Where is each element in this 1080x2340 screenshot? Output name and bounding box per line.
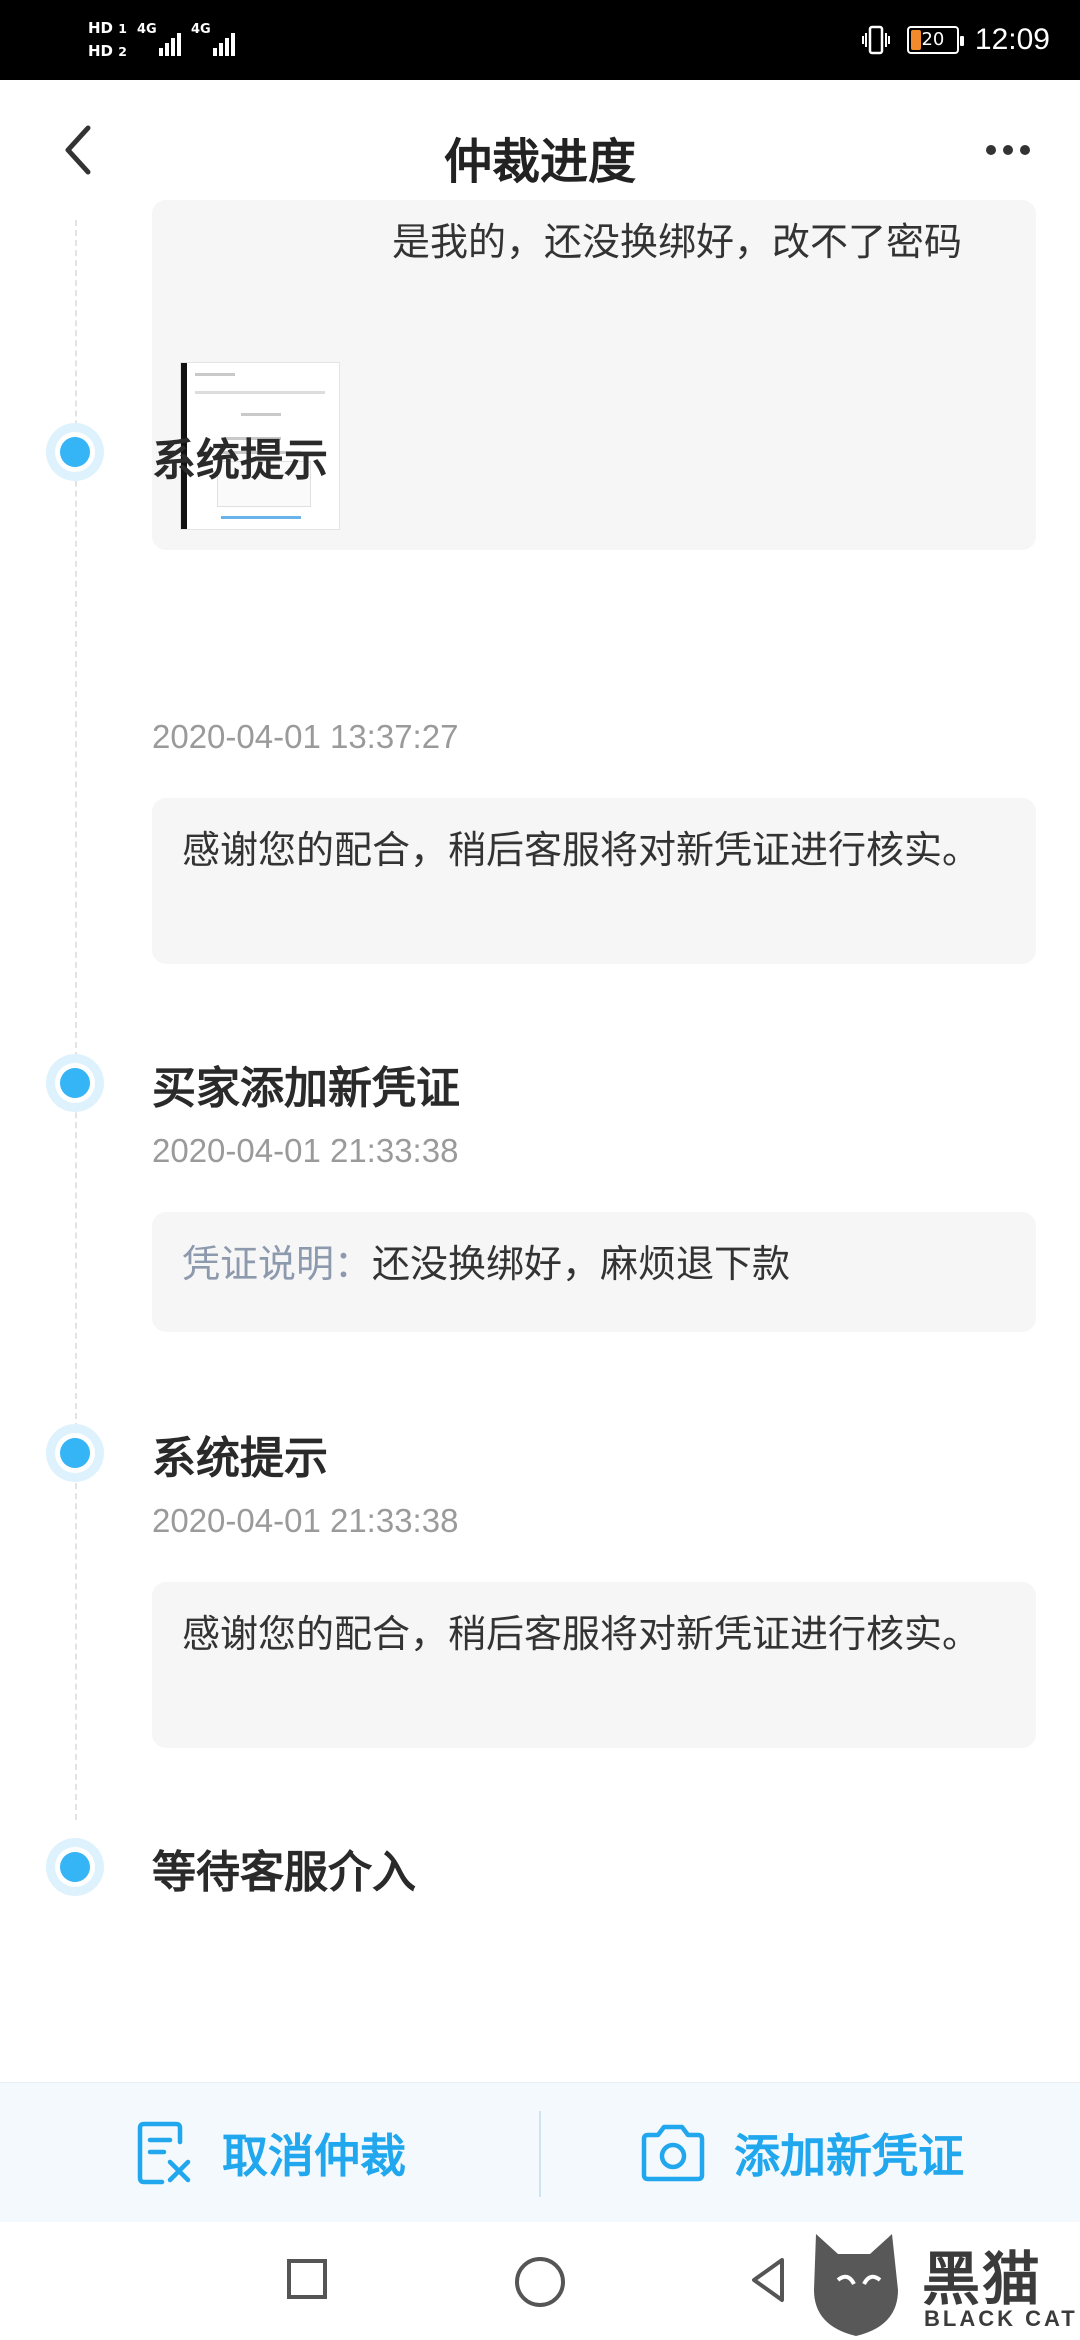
battery-icon: 20 — [906, 26, 964, 54]
timeline-dot — [46, 1054, 104, 1112]
event-time: 2020-04-01 21:33:38 — [152, 1132, 459, 1169]
sim2-label: HD 2 — [88, 42, 127, 60]
recents-button[interactable] — [287, 2259, 327, 2299]
evidence-card: 是我的，还没换绑好，改不了密码 — [152, 200, 1036, 550]
cancel-label: 取消仲裁 — [222, 2129, 406, 2183]
more-button[interactable] — [978, 128, 1038, 172]
nav-back-button[interactable] — [742, 2252, 798, 2308]
signal-icon-2: 4G — [191, 20, 235, 60]
more-icon — [986, 145, 996, 155]
status-right: 20 12:09 — [861, 0, 1050, 80]
cancel-document-icon — [137, 2121, 191, 2185]
sim1-label: HD 1 — [88, 19, 127, 37]
event-title: 系统提示 — [152, 435, 328, 486]
evidence-text: 是我的，还没换绑好，改不了密码 — [392, 220, 963, 264]
timeline-dot — [46, 1424, 104, 1482]
event-title: 等待客服介入 — [152, 1847, 416, 1898]
timeline-dot — [46, 1838, 104, 1896]
status-bar: HD 1 HD 2 4G 4G 20 12:09 — [0, 0, 1080, 80]
cancel-arbitration-button[interactable]: 取消仲裁 — [136, 2083, 406, 2223]
event-title: 买家添加新凭证 — [152, 1063, 460, 1114]
clock: 12:09 — [974, 23, 1050, 56]
add-evidence-label: 添加新凭证 — [734, 2129, 964, 2183]
signal-icon-1: 4G — [137, 20, 181, 60]
home-button[interactable] — [515, 2257, 565, 2307]
event-content: 感谢您的配合，稍后客服将对新凭证进行核实。 — [152, 1582, 1036, 1748]
event-content: 感谢您的配合，稍后客服将对新凭证进行核实。 — [152, 798, 1036, 964]
event-time: 2020-04-01 21:33:38 — [152, 1502, 459, 1539]
header: 仲裁进度 — [0, 80, 1080, 220]
event-content: 凭证说明：还没换绑好，麻烦退下款 — [152, 1212, 1036, 1332]
sim-indicators: HD 1 HD 2 — [88, 19, 127, 61]
action-bar: 取消仲裁 添加新凭证 — [0, 2082, 1080, 2223]
add-evidence-button[interactable]: 添加新凭证 — [638, 2083, 964, 2223]
timeline-dot — [46, 423, 104, 481]
status-left: HD 1 HD 2 4G 4G — [88, 10, 235, 70]
event-time: 2020-04-01 13:37:27 — [152, 718, 459, 755]
action-divider — [539, 2111, 541, 2197]
vibrate-icon — [861, 25, 890, 55]
watermark-text: 黑猫 — [922, 2245, 1043, 2313]
watermark-subtext: BLACK CAT — [924, 2306, 1078, 2331]
evidence-label: 凭证说明： — [182, 1242, 373, 1286]
page-title: 仲裁进度 — [443, 134, 636, 190]
event-title: 系统提示 — [152, 1433, 328, 1484]
camera-icon — [641, 2124, 705, 2182]
